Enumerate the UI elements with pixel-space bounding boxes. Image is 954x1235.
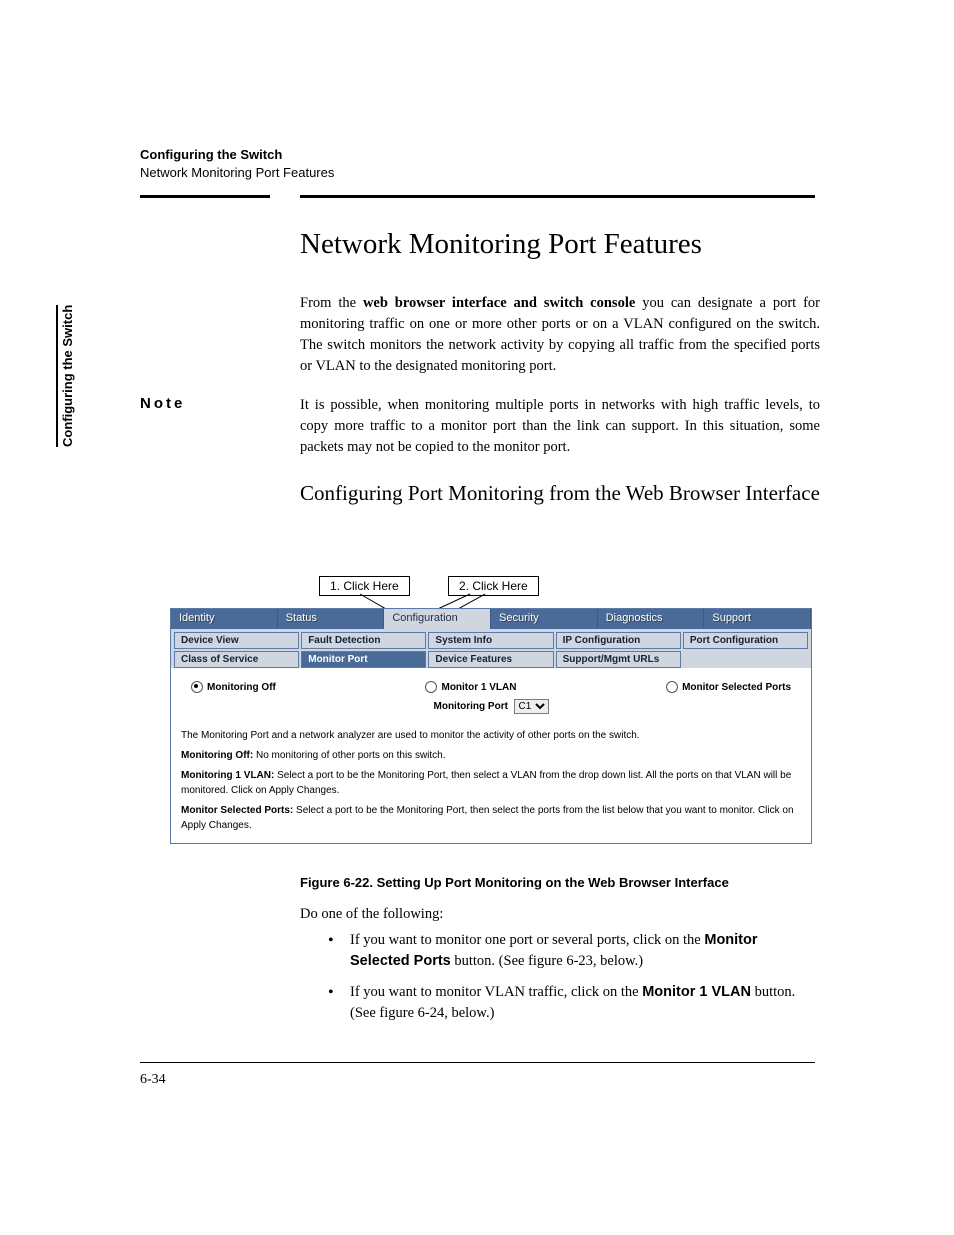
- running-header: Configuring the Switch Network Monitorin…: [140, 146, 334, 182]
- list-item: If you want to monitor one port or sever…: [328, 930, 818, 972]
- bullet-list: If you want to monitor one port or sever…: [328, 930, 818, 1034]
- intro-bold: web browser interface and switch console: [363, 295, 635, 311]
- do-one-of: Do one of the following:: [300, 906, 820, 923]
- header-rule-long: [300, 195, 815, 198]
- tab-support[interactable]: Support: [704, 609, 811, 629]
- header-rule-short: [140, 195, 270, 198]
- tab-security[interactable]: Security: [491, 609, 598, 629]
- desc-sel: Monitor Selected Ports: Select a port to…: [181, 801, 801, 835]
- switch-ui-figure: Identity Status Configuration Security D…: [170, 608, 812, 844]
- radio-icon: [425, 681, 437, 693]
- radio-monitoring-off[interactable]: Monitoring Off: [191, 681, 276, 693]
- footer-rule: [140, 1062, 815, 1063]
- radio-icon: [191, 681, 203, 693]
- subtab-device-view[interactable]: Device View: [174, 632, 299, 649]
- radio-monitor-selected-ports[interactable]: Monitor Selected Ports: [666, 681, 791, 693]
- side-tab-label: Configuring the Switch: [60, 305, 75, 447]
- subtab-support-mgmt-urls[interactable]: Support/Mgmt URLs: [556, 651, 681, 668]
- monitoring-port-select[interactable]: C1: [514, 699, 549, 714]
- section-subhead: Configuring Port Monitoring from the Web…: [300, 480, 820, 507]
- intro-paragraph: From the web browser interface and switc…: [300, 293, 820, 377]
- radio-monitor-1-vlan[interactable]: Monitor 1 VLAN: [425, 681, 516, 693]
- desc-vlan: Monitoring 1 VLAN: Select a port to be t…: [181, 766, 801, 800]
- panel: Monitoring Off Monitor 1 VLAN Monitor Se…: [171, 670, 811, 843]
- page-title: Network Monitoring Port Features: [300, 228, 702, 261]
- monitoring-port-row: Monitoring Port C1: [181, 699, 801, 726]
- subtab-fault-detection[interactable]: Fault Detection: [301, 632, 426, 649]
- figure-caption: Figure 6-22. Setting Up Port Monitoring …: [300, 875, 729, 890]
- intro-lead: From the: [300, 295, 363, 311]
- list-item: If you want to monitor VLAN traffic, cli…: [328, 982, 818, 1024]
- radio-icon: [666, 681, 678, 693]
- header-subtitle: Network Monitoring Port Features: [140, 164, 334, 182]
- tab-status[interactable]: Status: [278, 609, 385, 629]
- subtab-monitor-port[interactable]: Monitor Port: [301, 651, 426, 668]
- tab-diagnostics[interactable]: Diagnostics: [598, 609, 705, 629]
- subtab-class-of-service[interactable]: Class of Service: [174, 651, 299, 668]
- desc-off: Monitoring Off: No monitoring of other p…: [181, 746, 801, 765]
- subtab-system-info[interactable]: System Info: [428, 632, 553, 649]
- header-title: Configuring the Switch: [140, 146, 334, 164]
- monitoring-port-label: Monitoring Port: [434, 701, 508, 712]
- subtab-device-features[interactable]: Device Features: [428, 651, 553, 668]
- main-tabs: Identity Status Configuration Security D…: [171, 609, 811, 629]
- radio-row: Monitoring Off Monitor 1 VLAN Monitor Se…: [181, 678, 801, 699]
- desc-intro: The Monitoring Port and a network analyz…: [181, 726, 801, 745]
- annotation-1: 1. Click Here: [319, 576, 410, 596]
- tab-configuration[interactable]: Configuration: [384, 609, 491, 629]
- annotation-2: 2. Click Here: [448, 576, 539, 596]
- tab-identity[interactable]: Identity: [171, 609, 278, 629]
- subtab-ip-configuration[interactable]: IP Configuration: [556, 632, 681, 649]
- note-label: Note: [140, 395, 185, 412]
- page-number: 6-34: [140, 1072, 166, 1088]
- subtab-port-configuration[interactable]: Port Configuration: [683, 632, 808, 649]
- sub-tabs: Device View Fault Detection System Info …: [171, 629, 811, 668]
- note-body: It is possible, when monitoring multiple…: [300, 395, 820, 458]
